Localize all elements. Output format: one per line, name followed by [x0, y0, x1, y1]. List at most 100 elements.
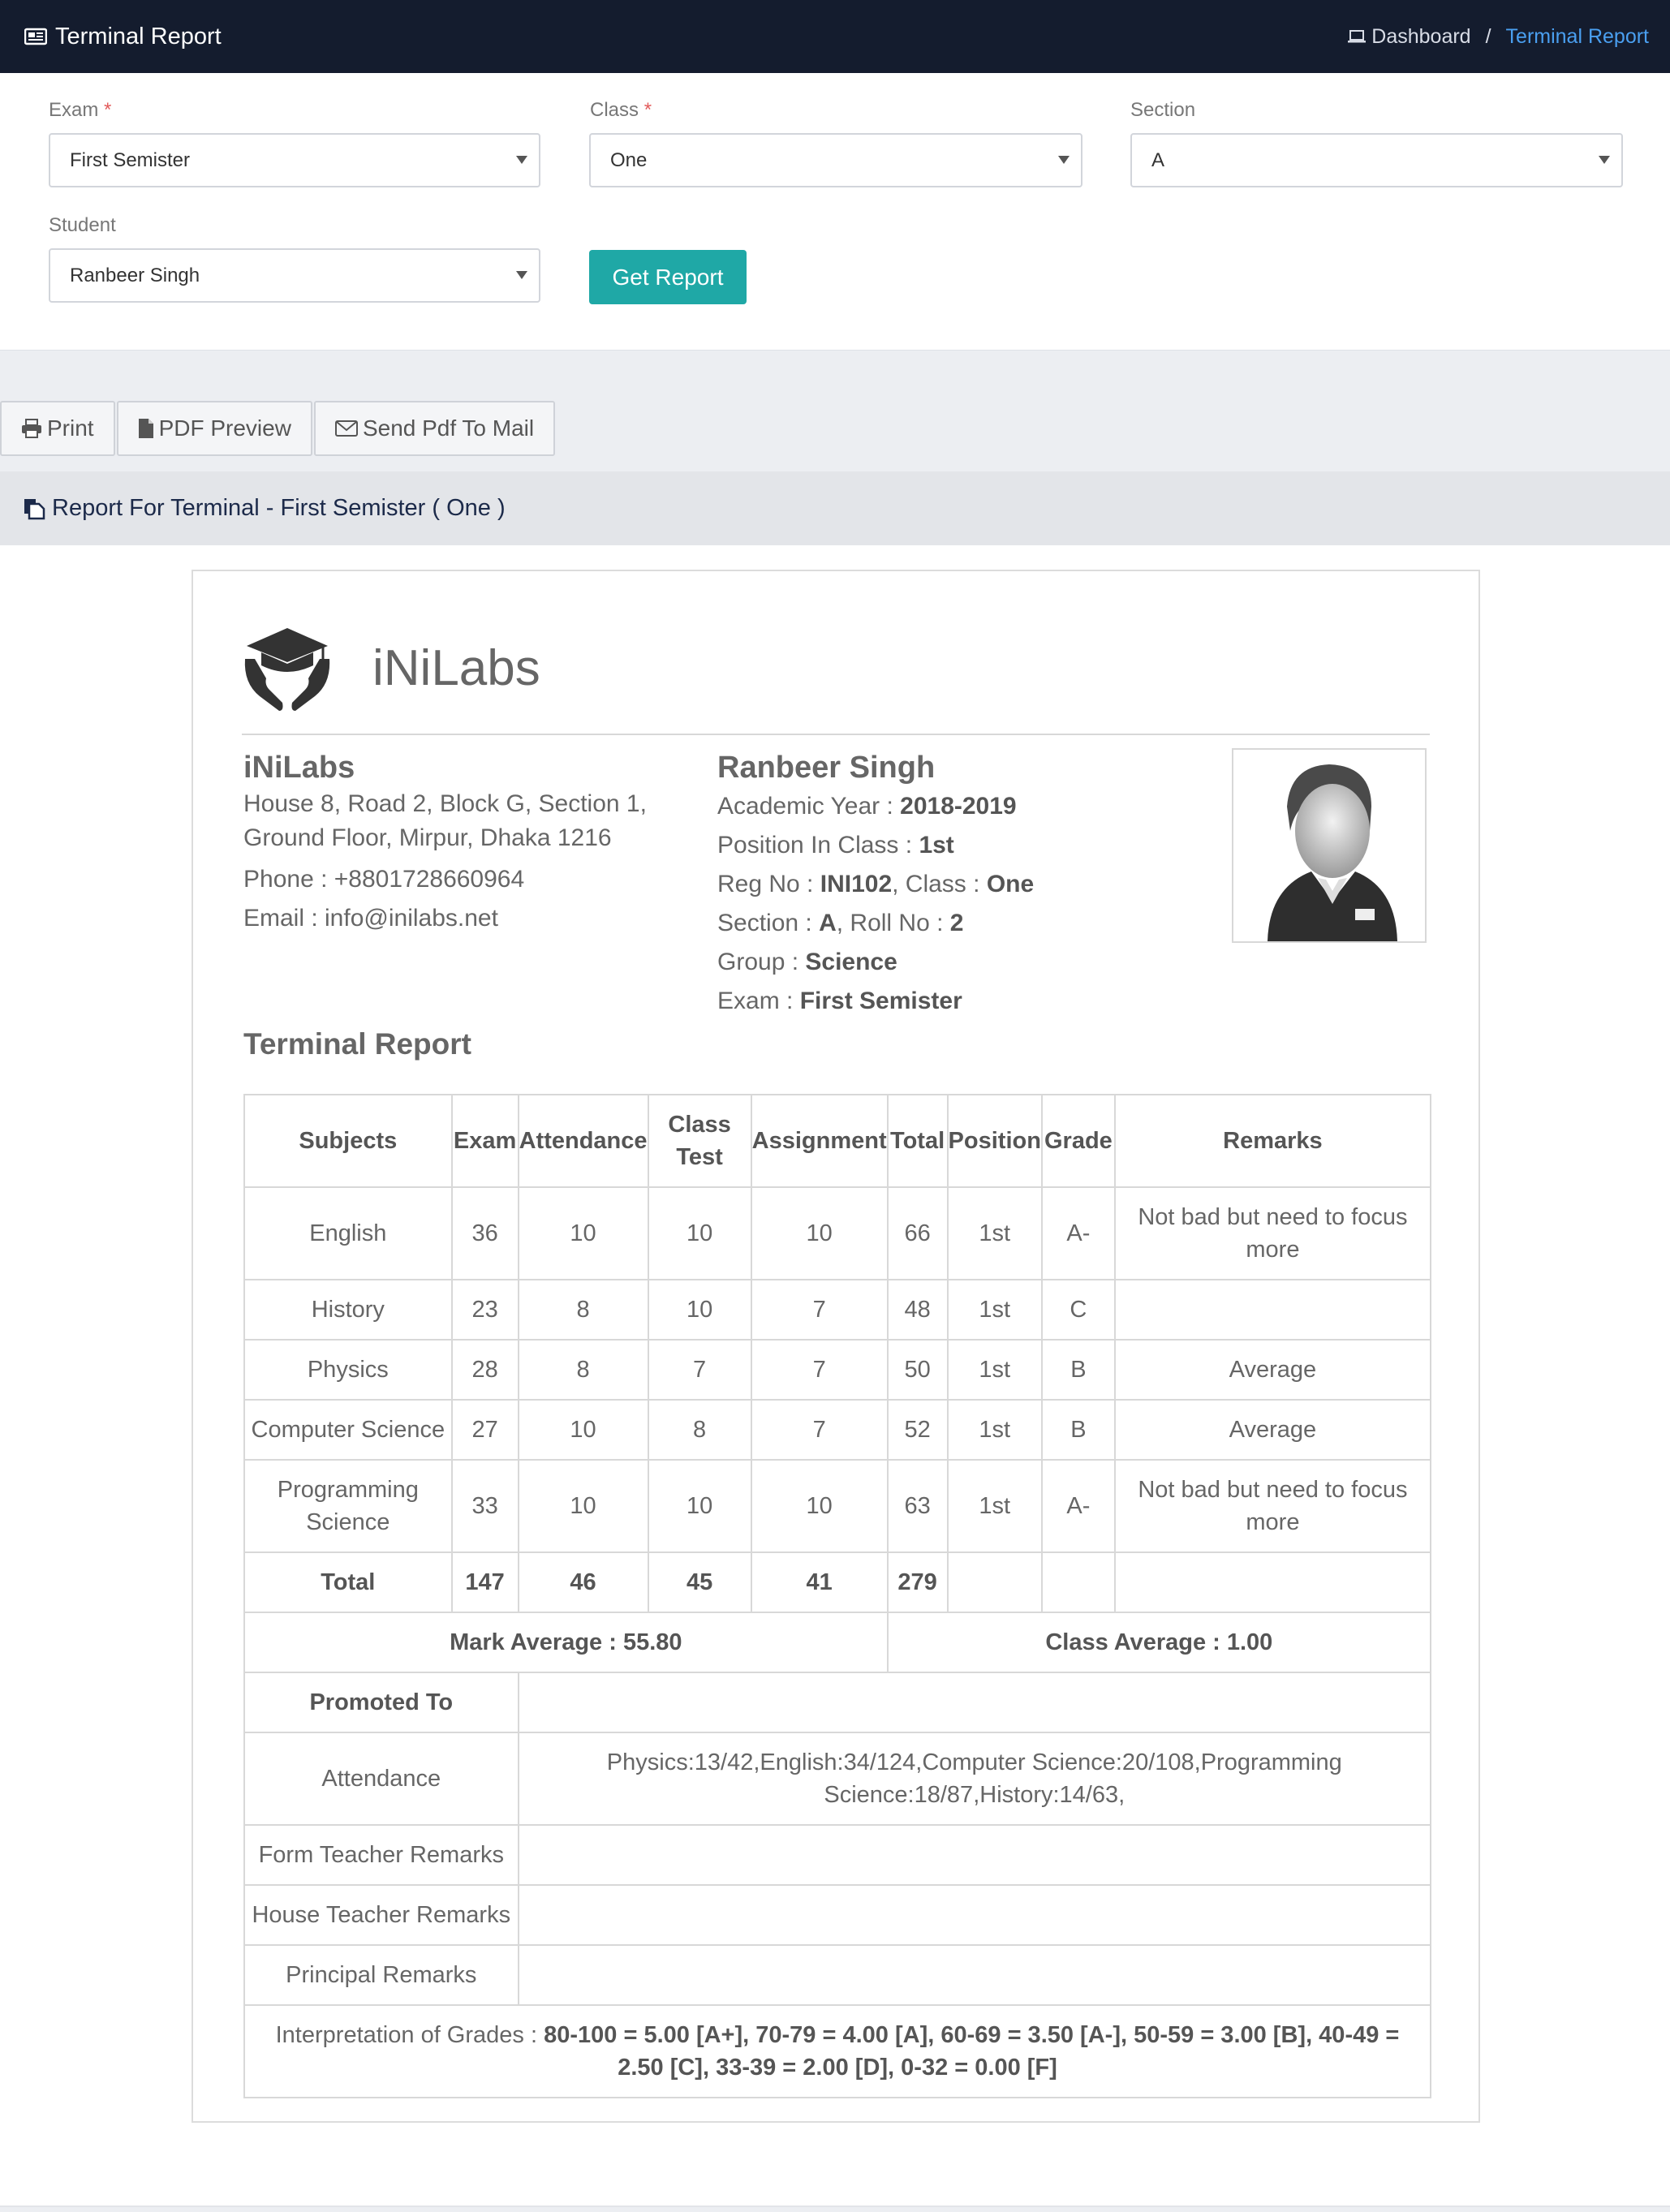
position-in-class: Position In Class : 1st — [717, 826, 1034, 865]
cell-remarks: Not bad but need to focus more — [1113, 1459, 1432, 1553]
class-select-value: One — [610, 148, 648, 171]
academic-year-label: Academic Year : — [717, 793, 901, 820]
header-grade: Grade — [1040, 1094, 1116, 1188]
section-label: Section — [1130, 99, 1195, 122]
page-title-wrap: Terminal Report — [24, 0, 222, 73]
group-label: Group : — [717, 949, 806, 975]
reg-value: INI102 — [820, 871, 893, 897]
cell-subject: History — [243, 1279, 453, 1341]
cell-position: 1st — [946, 1339, 1043, 1401]
house-teacher-label: House Teacher Remarks — [243, 1884, 519, 1946]
get-report-button[interactable]: Get Report — [589, 250, 747, 304]
header-assignment: Assignment — [750, 1094, 889, 1188]
principal-value — [517, 1944, 1432, 2006]
pdf-preview-button[interactable]: PDF Preview — [116, 401, 312, 456]
total-total: 279 — [886, 1551, 949, 1613]
exam-select[interactable]: First Semister — [49, 133, 540, 187]
group-value: Science — [805, 949, 897, 975]
attendance-label: Attendance — [243, 1732, 519, 1826]
cell-grade: B — [1040, 1399, 1116, 1461]
send-pdf-mail-button-label: Send Pdf To Mail — [362, 415, 535, 441]
form-teacher-value — [517, 1824, 1432, 1886]
cell-class-test: 7 — [647, 1339, 752, 1401]
printer-icon — [22, 419, 41, 438]
cell-exam: 28 — [450, 1339, 519, 1401]
cell-remarks: Average — [1113, 1399, 1432, 1461]
copy-icon — [24, 498, 45, 519]
student-select[interactable]: Ranbeer Singh — [49, 248, 540, 303]
caret-down-icon — [516, 156, 527, 164]
house-teacher-row: House Teacher Remarks — [243, 1884, 1432, 1946]
avatar-icon — [1268, 764, 1397, 941]
cell-assignment: 7 — [750, 1399, 889, 1461]
terminal-report-title: Terminal Report — [243, 1027, 471, 1061]
cell-grade: A- — [1040, 1186, 1116, 1280]
caret-down-icon — [1058, 156, 1070, 164]
promoted-to-value — [517, 1672, 1432, 1733]
averages-row: Mark Average : 55.80 Class Average : 1.0… — [243, 1612, 1432, 1673]
cell-exam: 33 — [450, 1459, 519, 1553]
section-select[interactable]: A — [1130, 133, 1623, 187]
section-info-value: A — [819, 910, 837, 936]
student-photo — [1232, 748, 1427, 943]
total-remarks — [1113, 1551, 1432, 1613]
cell-total: 50 — [886, 1339, 949, 1401]
print-button[interactable]: Print — [0, 401, 115, 456]
school-name: iNiLabs — [243, 751, 355, 785]
graduation-cap-hands-logo — [244, 628, 330, 711]
cell-class-test: 10 — [647, 1186, 752, 1280]
report-content: iNiLabs iNiLabs House 8, Road 2, Block G… — [0, 545, 1670, 2207]
envelope-icon — [334, 420, 358, 437]
cell-remarks — [1113, 1279, 1432, 1341]
class-average: Class Average : 1.00 — [886, 1612, 1432, 1673]
cell-exam: 36 — [450, 1186, 519, 1280]
school-info: iNiLabs House 8, Road 2, Block G, Sectio… — [243, 748, 647, 938]
table-row: English 36 10 10 10 66 1st A- Not bad bu… — [243, 1186, 1432, 1280]
exam-info-value: First Semister — [799, 988, 962, 1014]
student-label-text: Student — [49, 214, 116, 236]
cell-position: 1st — [946, 1279, 1043, 1341]
cell-remarks: Not bad but need to focus more — [1113, 1186, 1432, 1280]
cell-position: 1st — [946, 1459, 1043, 1553]
send-pdf-mail-button[interactable]: Send Pdf To Mail — [313, 401, 556, 456]
required-mark: * — [104, 99, 112, 121]
breadcrumb-separator: / — [1485, 24, 1491, 48]
breadcrumb-dashboard-link[interactable]: Dashboard — [1371, 25, 1470, 49]
class-select[interactable]: One — [589, 133, 1082, 187]
group: Group : Science — [717, 943, 1034, 982]
class-label-text: Class — [590, 99, 639, 121]
print-button-label: Print — [47, 415, 94, 441]
required-mark: * — [643, 99, 652, 121]
cell-class-test: 10 — [647, 1279, 752, 1341]
principal-label: Principal Remarks — [243, 1944, 519, 2006]
cell-attendance: 10 — [517, 1399, 649, 1461]
cell-exam: 27 — [450, 1399, 519, 1461]
exam: Exam : First Semister — [717, 982, 1034, 1021]
reg-label: Reg No : — [717, 871, 820, 897]
cell-grade: A- — [1040, 1459, 1116, 1553]
cell-total: 52 — [886, 1399, 949, 1461]
academic-year: Academic Year : 2018-2019 — [717, 787, 1034, 826]
class-label: Class * — [590, 99, 652, 122]
header-class-test: Class Test — [647, 1094, 752, 1188]
cell-assignment: 7 — [750, 1279, 889, 1341]
report-sheet: iNiLabs iNiLabs House 8, Road 2, Block G… — [192, 570, 1480, 2123]
header-position: Position — [946, 1094, 1043, 1188]
pdf-preview-button-label: PDF Preview — [158, 415, 291, 441]
promoted-row: Promoted To — [243, 1672, 1432, 1733]
header-remarks: Remarks — [1113, 1094, 1432, 1188]
cell-position: 1st — [946, 1186, 1043, 1280]
total-exam: 147 — [450, 1551, 519, 1613]
principal-row: Principal Remarks — [243, 1944, 1432, 2006]
roll-label: , Roll No : — [836, 910, 950, 936]
cell-attendance: 10 — [517, 1186, 649, 1280]
total-attendance: 46 — [517, 1551, 649, 1613]
cell-subject: Computer Science — [243, 1399, 453, 1461]
filter-panel: Exam * First Semister Class * One Sectio… — [0, 73, 1670, 351]
roll-value: 2 — [949, 910, 964, 936]
grade-interpretation-row: Interpretation of Grades : 80-100 = 5.00… — [243, 2004, 1431, 2098]
class-value: One — [986, 871, 1035, 897]
section-roll: Section : A, Roll No : 2 — [717, 904, 1034, 943]
cell-subject: Programming Science — [243, 1459, 453, 1553]
cell-class-test: 8 — [647, 1399, 752, 1461]
